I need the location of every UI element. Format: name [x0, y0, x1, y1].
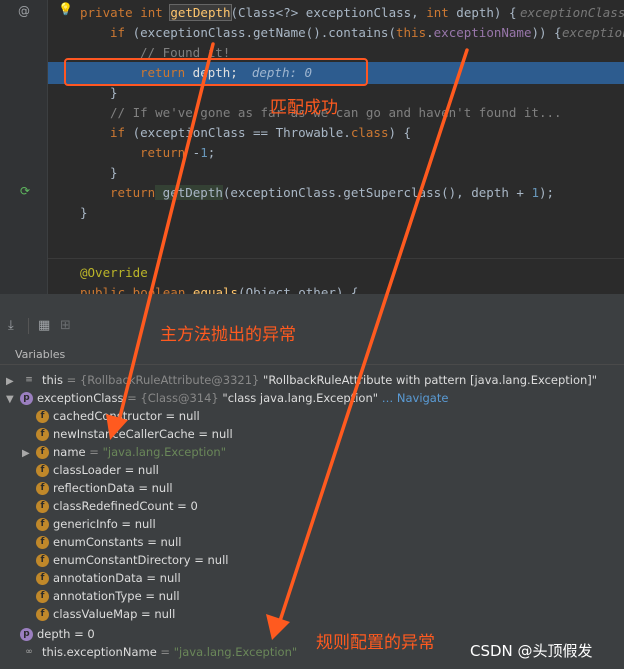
arrow-to-exception-class — [116, 42, 215, 427]
arrowhead — [106, 414, 128, 440]
arrow-to-exception-name — [276, 48, 469, 629]
configured-exception-label: 规则配置的异常 — [316, 633, 435, 653]
main-method-exception-label: 主方法抛出的异常 — [160, 325, 296, 345]
arrowhead — [266, 614, 290, 640]
match-success-label: 匹配成功 — [270, 98, 338, 118]
watermark: CSDN @头顶假发 — [470, 642, 593, 660]
